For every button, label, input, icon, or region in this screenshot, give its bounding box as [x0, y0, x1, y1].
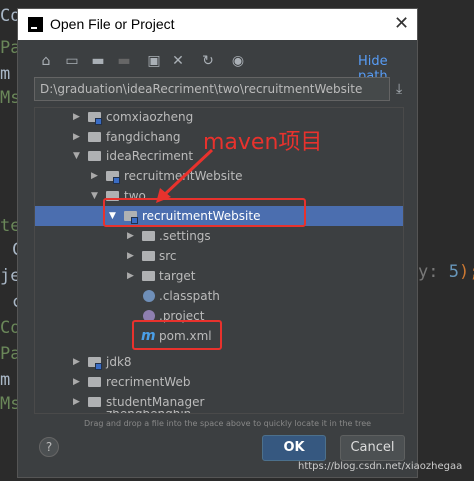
annotation-box-pom: [132, 320, 222, 350]
annotation-arrow: [156, 148, 214, 203]
watermark-text: https://blog.csdn.net/xiaozhegaa: [298, 461, 463, 472]
annotation-box-recruitmentWebsite: [103, 198, 306, 227]
